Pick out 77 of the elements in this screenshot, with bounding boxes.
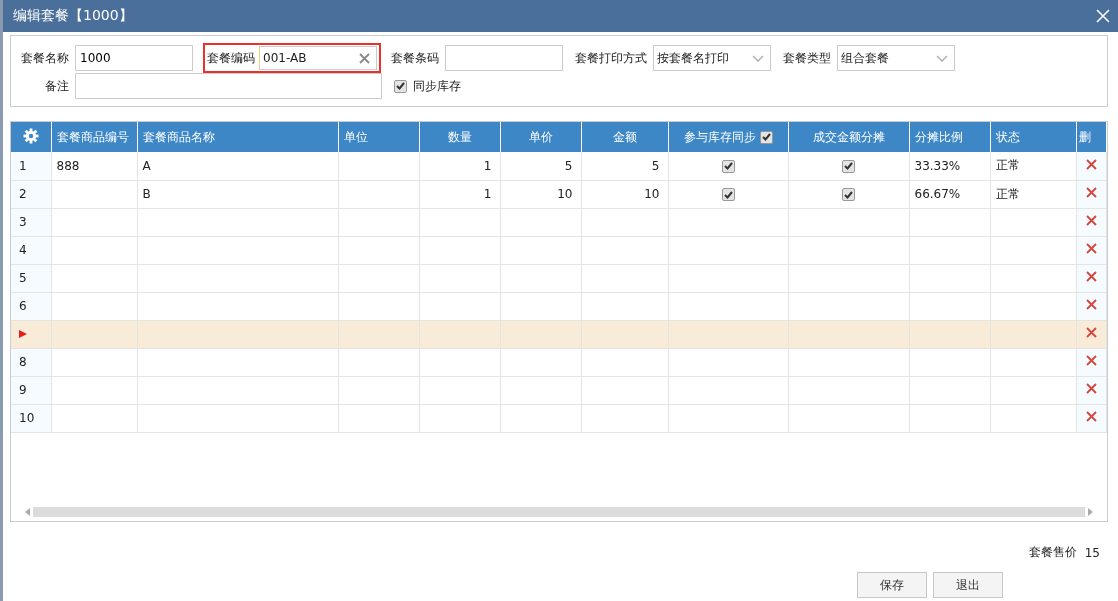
column-header[interactable]	[11, 122, 51, 152]
dropdown[interactable]: 按套餐名打印	[653, 45, 771, 71]
column-header[interactable]: 删	[1076, 122, 1106, 152]
field-label: 套餐打印方式	[575, 49, 647, 67]
column-header[interactable]: 参与库存同步	[668, 122, 788, 152]
checkbox[interactable]	[721, 188, 735, 201]
table-cell: 5	[500, 152, 581, 180]
delete-icon[interactable]	[1085, 215, 1097, 226]
column-header[interactable]: 分摊比例	[909, 122, 990, 152]
field-label: 备注	[45, 77, 69, 95]
delete-icon[interactable]	[1085, 243, 1097, 254]
window-title: 编辑套餐【1000】	[13, 7, 133, 25]
scroll-right-icon[interactable]	[1087, 508, 1093, 516]
dialog-button[interactable]: 保存	[857, 572, 927, 598]
column-header[interactable]: 单价	[500, 122, 581, 152]
field-label: 套餐类型	[783, 49, 831, 67]
table-cell: 66.67%	[909, 180, 990, 208]
column-header[interactable]: 金额	[581, 122, 668, 152]
scroll-left-icon[interactable]	[25, 508, 31, 516]
checkbox[interactable]	[394, 79, 407, 93]
row-number: 9	[11, 376, 51, 404]
table-cell: 5	[581, 152, 668, 180]
column-header[interactable]: 数量	[419, 122, 500, 152]
table-cell: 10	[500, 180, 581, 208]
dialog-button[interactable]: 退出	[933, 572, 1003, 598]
row-number: 6	[11, 292, 51, 320]
column-header[interactable]: 套餐商品编号	[51, 122, 137, 152]
delete-icon[interactable]	[1085, 299, 1097, 310]
field-label: 套餐名称	[21, 49, 69, 67]
row-number: 5	[11, 264, 51, 292]
price-label: 套餐售价	[1028, 544, 1077, 561]
clear-icon[interactable]	[359, 52, 370, 64]
column-header[interactable]: 单位	[338, 122, 419, 152]
table-cell: A	[137, 152, 338, 180]
delete-icon[interactable]	[1085, 187, 1097, 198]
row-number: 4	[11, 236, 51, 264]
input-field[interactable]	[445, 45, 563, 71]
checkbox[interactable]	[842, 188, 855, 201]
checkbox[interactable]	[842, 159, 855, 173]
table-cell: B	[137, 180, 338, 208]
field-label: 套餐条码	[391, 49, 439, 67]
field-value: 001-AB	[263, 51, 307, 65]
table-cell: 33.33%	[909, 152, 990, 180]
input-field[interactable]: 1000	[75, 45, 193, 71]
delete-icon[interactable]	[1085, 355, 1097, 366]
column-header[interactable]: 套餐商品名称	[137, 122, 338, 152]
dropdown[interactable]: 组合套餐	[837, 45, 955, 71]
input-field[interactable]	[75, 73, 382, 99]
column-header[interactable]: 状态	[990, 122, 1076, 152]
table-cell: 正常	[990, 180, 1076, 208]
input-field[interactable]: 001-AB	[259, 46, 377, 70]
row-number: 8	[11, 348, 51, 376]
delete-icon[interactable]	[1085, 158, 1097, 170]
current-row-icon	[19, 330, 27, 338]
table-cell: 1	[419, 152, 500, 180]
column-header[interactable]: 成交金额分摊	[788, 122, 909, 152]
checkbox-label: 同步库存	[413, 77, 461, 95]
chevron-down-icon	[752, 54, 764, 62]
settings-icon[interactable]	[22, 127, 39, 144]
delete-icon[interactable]	[1085, 411, 1097, 422]
table-cell: 888	[51, 152, 137, 180]
table-cell: 正常	[990, 152, 1076, 180]
field-label: 套餐编码	[207, 49, 255, 67]
checkbox[interactable]	[721, 159, 735, 173]
delete-icon[interactable]	[1085, 383, 1097, 394]
row-number: 10	[11, 404, 51, 432]
row-number: 2	[11, 180, 51, 208]
delete-icon[interactable]	[1085, 271, 1097, 282]
row-number: 3	[11, 208, 51, 236]
table-cell: 1	[419, 180, 500, 208]
delete-icon[interactable]	[1085, 327, 1097, 338]
close-icon[interactable]	[1096, 9, 1110, 23]
checkbox[interactable]	[759, 130, 773, 144]
price-value: 15	[1084, 545, 1100, 560]
chevron-down-icon	[936, 54, 948, 62]
table-cell: 10	[581, 180, 668, 208]
row-number: 1	[11, 152, 51, 180]
